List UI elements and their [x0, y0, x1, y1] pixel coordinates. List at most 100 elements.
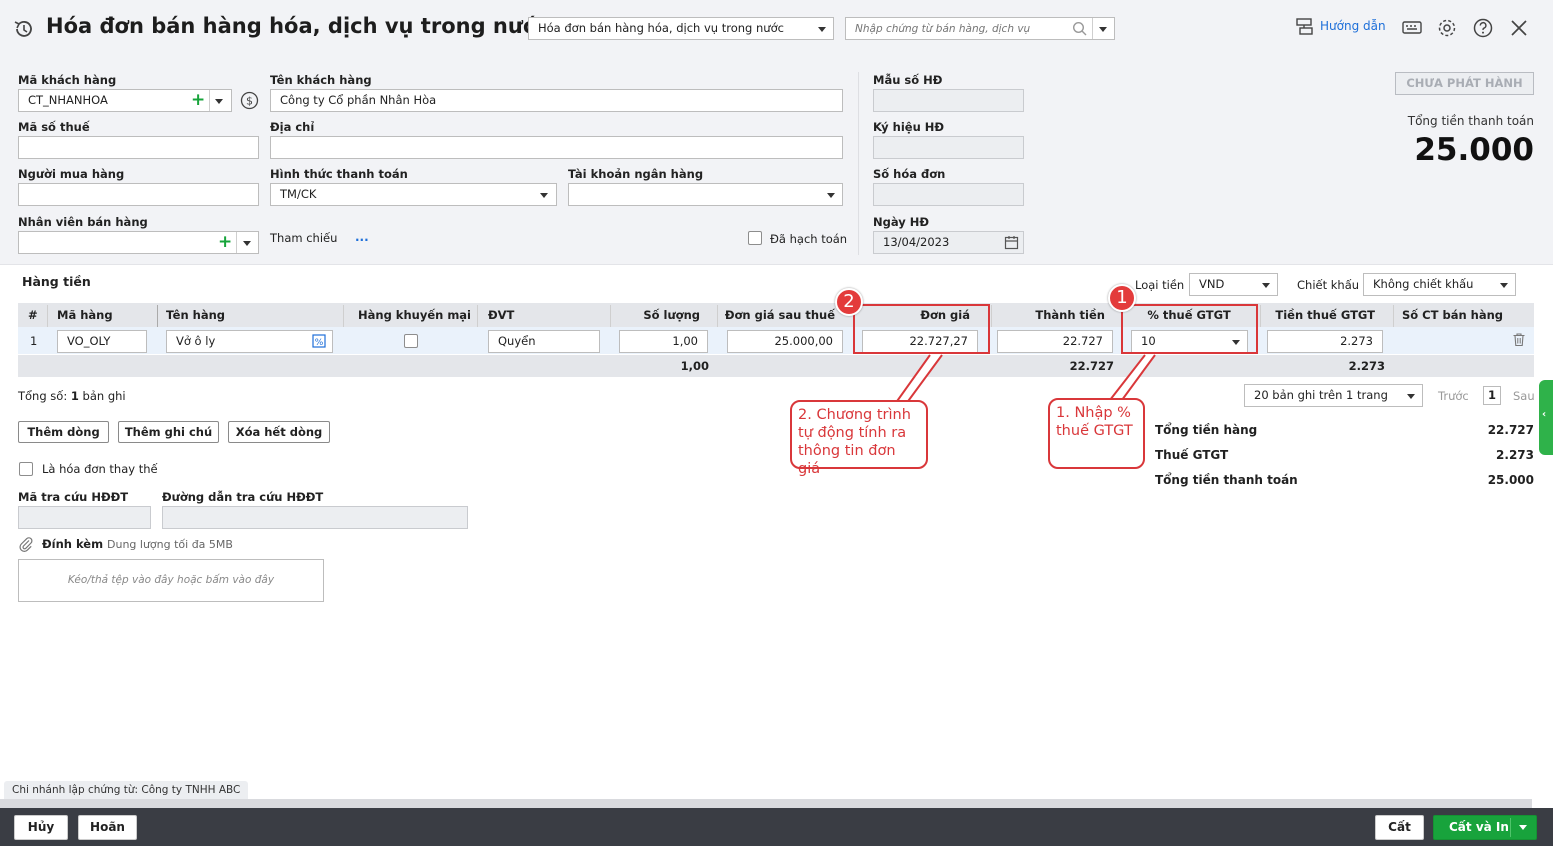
history-icon[interactable] [13, 18, 35, 40]
file-drop-zone[interactable]: Kéo/thả tệp vào đây hoặc bấm vào đây [18, 559, 324, 602]
col-unit: ĐVT [488, 308, 515, 322]
chevron-down-icon[interactable] [1099, 27, 1107, 32]
annotation-price-highlight [853, 304, 990, 354]
annotation-badge-1: 1 [1108, 284, 1136, 312]
col-amount: Thành tiền [1035, 308, 1105, 322]
row-unit-input[interactable]: Quyển [488, 330, 600, 353]
tax-code-input[interactable] [18, 136, 259, 159]
accounted-checkbox[interactable] [748, 231, 762, 245]
add-salesperson-icon[interactable]: + [218, 234, 232, 251]
chevron-down-icon [818, 27, 826, 32]
help-link[interactable]: Hướng dẫn [1320, 19, 1386, 33]
invoice-no-label: Số hóa đơn [873, 167, 946, 181]
goods-section-title: Hàng tiền [22, 274, 91, 289]
page-size-select[interactable]: 20 bản ghi trên 1 trang [1244, 384, 1423, 407]
guide-icon[interactable] [1295, 17, 1315, 39]
bank-select[interactable] [568, 183, 843, 206]
discount-label: Chiết khấu [1297, 278, 1360, 292]
cancel-button[interactable]: Hủy [14, 815, 68, 840]
form-no-input [873, 89, 1024, 112]
col-promo: Hàng khuyến mại [358, 308, 472, 322]
payment-label: Hình thức thanh toán [270, 167, 408, 181]
row-amount-input[interactable]: 22.727 [997, 330, 1113, 353]
add-row-button[interactable]: Thêm dòng [18, 421, 109, 443]
row-name-input[interactable]: Vở ô ly [166, 330, 333, 353]
record-count-number: 1 [70, 389, 79, 403]
col-index: # [28, 308, 38, 322]
address-label: Địa chỉ [270, 120, 315, 134]
dollar-icon[interactable]: $ [240, 91, 259, 110]
col-sales-doc: Số CT bán hàng [1402, 308, 1504, 322]
reference-label: Tham chiếu [270, 231, 338, 245]
chevron-down-icon [1407, 394, 1415, 399]
tax-code-label: Mã số thuế [18, 120, 90, 134]
delete-rows-button[interactable]: Xóa hết dòng [228, 421, 330, 443]
total-qty: 1,00 [680, 359, 709, 373]
customer-name-input[interactable]: Công ty Cổ phần Nhân Hòa [270, 89, 843, 112]
chevron-down-icon[interactable] [215, 99, 223, 104]
bank-label: Tài khoản ngân hàng [568, 167, 704, 181]
total-vat: 2.273 [1348, 359, 1385, 373]
symbol-input [873, 136, 1024, 159]
replacement-checkbox[interactable] [19, 462, 33, 476]
help-icon[interactable] [1472, 17, 1494, 39]
gear-icon[interactable] [1436, 17, 1458, 39]
discount-select[interactable]: Không chiết khấu [1363, 273, 1516, 296]
lookup-url-input [162, 506, 468, 529]
attach-label: Đính kèm [42, 537, 104, 551]
row-vat-amount-input[interactable]: 2.273 [1267, 330, 1383, 353]
discount-percent-icon[interactable]: % [312, 334, 326, 348]
reference-more-link[interactable]: ... [355, 230, 369, 244]
annotation-callout-vat: 1. Nhập % thuế GTGT [1048, 398, 1145, 469]
save-button[interactable]: Cất [1375, 815, 1424, 840]
col-qty: Số lượng [643, 308, 700, 322]
chevron-down-icon[interactable] [1519, 825, 1527, 830]
chevron-down-icon [540, 193, 548, 198]
total-payment-label: Tổng tiền thanh toán [1407, 114, 1534, 128]
search-icon[interactable] [1072, 21, 1088, 37]
row-code-input[interactable]: VO_OLY [57, 330, 147, 353]
chevron-down-icon [1500, 283, 1508, 288]
calendar-icon[interactable] [1004, 235, 1019, 250]
payment-select[interactable]: TM/CK [270, 183, 557, 206]
add-customer-icon[interactable]: + [191, 92, 205, 109]
form-no-label: Mẫu số HĐ [873, 73, 943, 87]
address-input[interactable] [270, 136, 843, 159]
annotation-callout-price: 2. Chương trình tự động tính ra thông ti… [790, 400, 928, 477]
total-amount: 22.727 [1069, 359, 1114, 373]
status-badge: CHƯA PHÁT HÀNH [1395, 72, 1534, 95]
page-title: Hóa đơn bán hàng hóa, dịch vụ trong nước [46, 14, 550, 38]
chevron-down-icon[interactable] [243, 241, 251, 246]
buyer-input[interactable] [18, 183, 259, 206]
date-label: Ngày HĐ [873, 215, 930, 229]
customer-name-label: Tên khách hàng [270, 73, 372, 87]
add-note-button[interactable]: Thêm ghi chú [118, 421, 219, 443]
col-name: Tên hàng [166, 308, 226, 322]
next-page-button[interactable]: Sau [1513, 389, 1535, 403]
paperclip-icon [19, 537, 33, 552]
footer-bar [0, 808, 1553, 846]
chevron-down-icon [1262, 283, 1270, 288]
date-input[interactable]: 13/04/2023 [873, 231, 1024, 254]
summary-vat-value: 2.273 [1496, 448, 1534, 462]
undo-button[interactable]: Hoãn [78, 815, 137, 840]
col-vat-amount: Tiền thuế GTGT [1275, 308, 1375, 322]
lookup-url-label: Đường dẫn tra cứu HĐĐT [162, 490, 324, 504]
row-price-after-tax-input[interactable]: 25.000,00 [727, 330, 843, 353]
page-number[interactable]: 1 [1483, 386, 1501, 405]
currency-label: Loại tiền [1135, 278, 1185, 292]
keyboard-icon[interactable] [1401, 17, 1423, 39]
record-count: Tổng số: 1 bản ghi [18, 389, 126, 403]
close-icon[interactable] [1508, 17, 1530, 39]
row-qty-input[interactable]: 1,00 [619, 330, 708, 353]
customer-code-label: Mã khách hàng [18, 73, 117, 87]
horizontal-scrollbar[interactable] [0, 799, 1532, 808]
annotation-badge-2: 2 [835, 288, 863, 316]
prev-page-button[interactable]: Trước [1438, 389, 1469, 403]
branch-label: Chi nhánh lập chứng từ: Công ty TNHH ABC [4, 781, 249, 799]
invoice-type-select[interactable]: Hóa đơn bán hàng hóa, dịch vụ trong nước [528, 17, 834, 40]
trash-icon[interactable] [1512, 332, 1526, 347]
chevron-left-icon: ‹ [1542, 409, 1547, 420]
promo-checkbox[interactable] [404, 334, 418, 348]
buyer-label: Người mua hàng [18, 167, 125, 181]
